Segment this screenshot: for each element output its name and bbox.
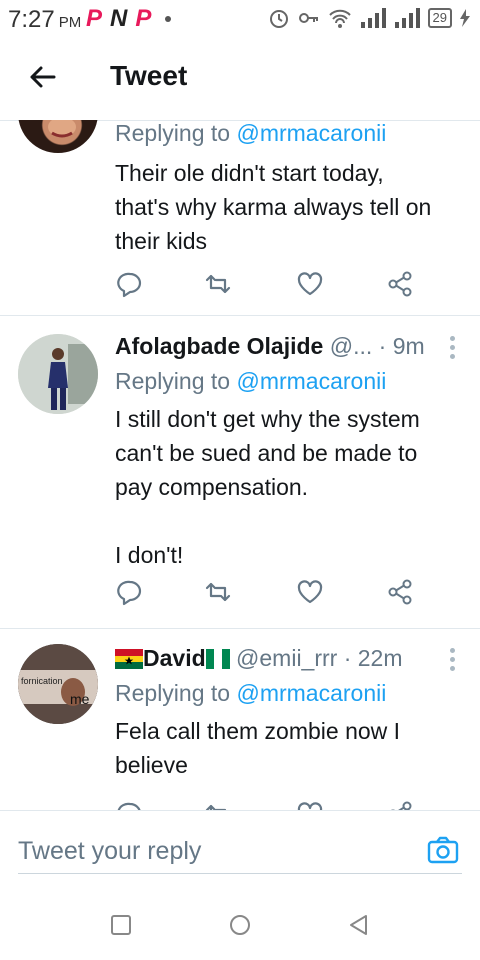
tweet-text: Their ole didn't start today, that's why… [115,160,432,254]
tweet-text: Fela call them zombie now I believe [115,718,401,778]
alarm-icon [269,10,288,28]
author-handle[interactable]: @... [330,333,373,359]
tweet-item[interactable]: fornication me David @emii_rrr · 22m Rep… [0,628,480,810]
battery-icon: 29 [427,8,452,28]
replying-to-handle-link[interactable]: @mrmacaronii [236,680,386,706]
reply-composer: Tweet your reply [0,810,480,891]
replying-to: Replying to @mrmacaronii [115,680,387,706]
notification-app-icon: P [135,5,152,32]
reply-icon[interactable] [116,578,144,606]
tweet-author-row: Afolagbade Olajide @... · 9m [115,333,425,360]
home-icon[interactable] [227,912,253,938]
replying-to-handle-link[interactable]: @mrmacaronii [236,120,386,146]
retweet-icon[interactable] [204,578,232,606]
tweet-author-row: David @emii_rrr · 22m [115,645,403,672]
reply-feed[interactable]: Replying to @mrmacaronii Their ole didn'… [0,120,480,810]
charging-icon [460,9,470,27]
author-handle[interactable]: @emii_rrr [236,645,337,671]
avatar[interactable]: fornication me [18,644,98,724]
like-icon[interactable] [296,270,324,298]
tweet-timestamp: · 9m [378,333,425,359]
retweet-icon[interactable] [204,270,232,298]
retweet-icon[interactable] [204,800,232,810]
nigeria-flag-icon [205,649,230,669]
tweet-actions [116,800,416,810]
tweet-timestamp: · 22m [343,645,403,671]
notification-app-icon: N [110,5,128,32]
more-options-icon[interactable] [450,648,456,671]
replying-to: Replying to @mrmacaronii [115,120,387,146]
reply-icon[interactable] [116,270,144,298]
more-notifications-dot [165,16,172,22]
system-navigation-bar [0,890,480,960]
like-icon[interactable] [296,578,324,606]
recent-apps-icon[interactable] [108,912,134,938]
replying-to-handle-link[interactable]: @mrmacaronii [236,368,386,394]
notification-app-icon: P [86,5,103,32]
back-arrow-icon[interactable] [26,60,60,94]
status-bar: 7:27 PM P N P 29 [0,0,480,38]
tweet-item[interactable]: Replying to @mrmacaronii Their ole didn'… [0,120,480,316]
back-nav-icon[interactable] [346,912,372,938]
more-options-icon[interactable] [450,336,456,359]
avatar[interactable] [18,334,98,414]
status-app-icons: P N P [86,5,172,33]
tweet-text: I still don't get why the system can't b… [115,406,420,568]
reply-icon[interactable] [116,800,144,810]
top-app-bar: Tweet [0,38,480,121]
status-indicators: 29 [268,7,470,29]
reply-input[interactable]: Tweet your reply [18,829,462,874]
wifi-icon [328,9,351,28]
share-icon[interactable] [386,270,414,298]
signal-icon [394,8,420,28]
camera-icon[interactable] [426,833,460,867]
tweet-actions [116,578,416,610]
status-time: 7:27 PM [8,6,82,33]
signal-icon [360,8,386,28]
tweet-actions [116,270,416,302]
page-title: Tweet [110,60,188,91]
key-icon [298,13,318,23]
author-name[interactable]: David [143,645,206,671]
share-icon[interactable] [386,800,414,810]
like-icon[interactable] [296,800,324,810]
ghana-flag-icon [115,649,143,669]
share-icon[interactable] [386,578,414,606]
replying-to: Replying to @mrmacaronii [115,368,387,394]
avatar-caption: fornication [21,676,63,686]
author-name[interactable]: Afolagbade Olajide [115,333,323,359]
avatar[interactable] [18,120,98,153]
avatar-caption: me [70,691,90,707]
tweet-item[interactable]: Afolagbade Olajide @... · 9m Replying to… [0,316,480,629]
